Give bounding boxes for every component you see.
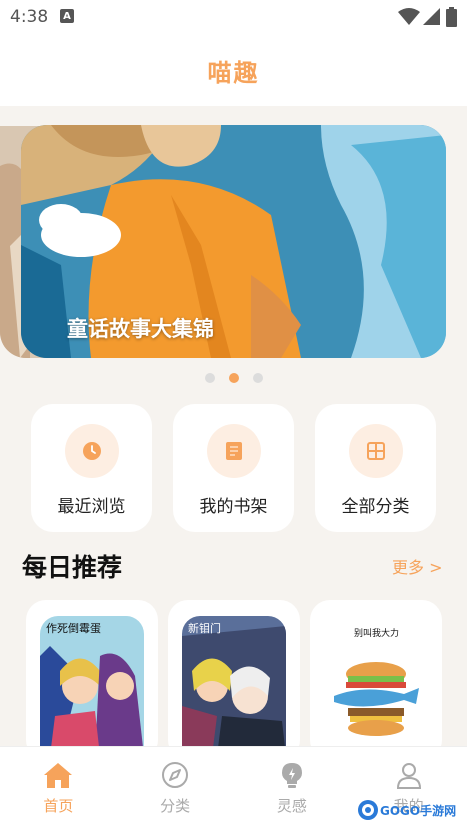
quick-entries: 最近浏览 我的书架 全部分类 bbox=[31, 404, 436, 532]
carousel-dot-active[interactable] bbox=[228, 373, 239, 383]
battery-icon bbox=[446, 7, 457, 27]
my-bookshelf-button[interactable]: 我的书架 bbox=[173, 404, 294, 532]
user-icon bbox=[396, 763, 421, 789]
all-categories-button[interactable]: 全部分类 bbox=[315, 404, 436, 532]
tab-inspiration-label: 灵感 bbox=[276, 797, 307, 815]
tab-home[interactable]: 首页 bbox=[0, 747, 117, 830]
carousel-dot[interactable] bbox=[204, 373, 215, 383]
comic-cover: 作死倒霉蛋 bbox=[40, 616, 144, 756]
tab-categories-label: 分类 bbox=[160, 797, 191, 815]
watermark-text: GOGO手游网 bbox=[380, 803, 456, 818]
app-title: 喵趣 bbox=[207, 58, 260, 87]
notification-icon: A bbox=[60, 9, 74, 23]
wifi-icon bbox=[398, 8, 420, 25]
banner-caption: 童话故事大集锦 bbox=[67, 317, 214, 341]
more-link[interactable]: 更多 > bbox=[392, 554, 443, 578]
comic-cover-title: 作死倒霉蛋 bbox=[46, 622, 101, 635]
recent-browse-label: 最近浏览 bbox=[57, 497, 126, 517]
app-header: 喵趣 bbox=[0, 34, 467, 106]
recent-icon-bg bbox=[64, 424, 119, 478]
daily-cards: 作死倒霉蛋 新钼门 别叫我大力 bbox=[26, 600, 442, 760]
comic-cover: 别叫我大力 bbox=[324, 616, 428, 756]
comic-cover-title: 别叫我大力 bbox=[354, 629, 400, 639]
bulb-icon bbox=[281, 763, 302, 788]
comic-cover: 新钼门 bbox=[182, 616, 286, 756]
watermark-logo: GOGO手游网 bbox=[358, 800, 456, 820]
carousel-dot[interactable] bbox=[252, 373, 263, 383]
comic-card[interactable]: 别叫我大力 bbox=[310, 600, 442, 760]
bookshelf-icon-bg bbox=[206, 424, 261, 478]
banner-carousel[interactable]: 童话故事大集锦 bbox=[0, 106, 467, 366]
tab-home-label: 首页 bbox=[43, 797, 74, 815]
banner-slide[interactable]: 童话故事大集锦 bbox=[21, 125, 446, 358]
comic-card[interactable]: 作死倒霉蛋 bbox=[26, 600, 158, 760]
my-bookshelf-label: 我的书架 bbox=[199, 497, 268, 517]
categories-icon-bg bbox=[348, 424, 403, 478]
book-icon bbox=[225, 442, 242, 460]
all-categories-label: 全部分类 bbox=[341, 497, 410, 517]
recent-browse-button[interactable]: 最近浏览 bbox=[31, 404, 152, 532]
status-bar: 4:38 A bbox=[0, 0, 467, 34]
carousel-indicator bbox=[0, 373, 467, 383]
daily-section-title: 每日推荐 bbox=[22, 553, 123, 582]
status-time: 4:38 bbox=[10, 7, 49, 27]
comic-card[interactable]: 新钼门 bbox=[168, 600, 300, 760]
comic-cover-title: 新钼门 bbox=[188, 622, 221, 635]
tab-categories[interactable]: 分类 bbox=[117, 747, 234, 830]
signal-icon bbox=[423, 8, 440, 25]
tab-inspiration[interactable]: 灵感 bbox=[234, 747, 351, 830]
grid-icon bbox=[366, 442, 385, 460]
clock-icon bbox=[82, 442, 101, 460]
compass-icon bbox=[162, 762, 189, 788]
home-icon bbox=[44, 763, 73, 788]
